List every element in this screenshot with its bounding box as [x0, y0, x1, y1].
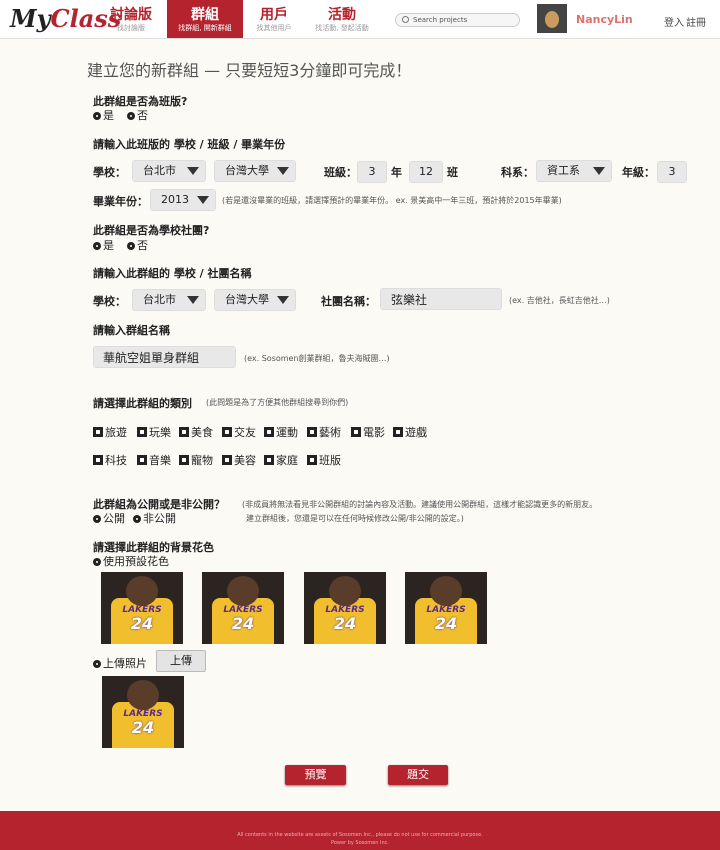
- upload-photo-radio[interactable]: 上傳照片: [93, 655, 147, 671]
- nav-users[interactable]: 用戶 找其他用戶: [246, 0, 302, 38]
- footer-copyright: All contents in the website are assets o…: [237, 832, 483, 838]
- grad-year-note: (若是還沒畢業的班級，請選擇預計的畢業年份。 ex. 景美高中一年三班，預計將於…: [222, 196, 562, 205]
- club-yes-radio[interactable]: 是: [93, 237, 114, 253]
- visibility-note-2: 建立群組後，您還是可以在任何時候修改公開/非公開的設定。): [246, 514, 464, 523]
- visibility-note-1: (非成員將無法看見非公開群組的討論內容及活動。建議使用公開群組，這樣才能認識更多…: [242, 500, 598, 509]
- dept-label: 科系：: [501, 166, 534, 179]
- category-tech-checkbox[interactable]: 科技: [93, 452, 127, 468]
- club-question-label: 此群組是否為學校社團?: [93, 224, 210, 237]
- background-option-4[interactable]: LAKERS 24: [405, 572, 487, 644]
- category-class-checkbox[interactable]: 班版: [307, 452, 341, 468]
- class-no-radio[interactable]: 否: [127, 107, 148, 123]
- category-fun-checkbox[interactable]: 玩樂: [137, 424, 171, 440]
- default-background-radio[interactable]: 使用預設花色: [93, 553, 169, 569]
- category-label: 請選擇此群組的類別: [93, 397, 192, 410]
- group-name-input[interactable]: 華航空姐單身群組: [93, 346, 236, 368]
- uploaded-photo-preview: LAKERS 24: [102, 676, 184, 748]
- group-name-note: (ex. Sosomen創業群組，魯夫海賊團…): [244, 354, 390, 363]
- year-input[interactable]: 3: [357, 161, 387, 183]
- club-name-label: 社團名稱：: [321, 295, 376, 308]
- upload-button[interactable]: 上傳: [156, 650, 206, 672]
- background-option-1[interactable]: LAKERS 24: [101, 572, 183, 644]
- category-beauty-checkbox[interactable]: 美容: [222, 452, 256, 468]
- chevron-down-icon: [277, 296, 289, 304]
- chevron-down-icon: [197, 196, 209, 204]
- category-movie-checkbox[interactable]: 電影: [351, 424, 385, 440]
- chevron-down-icon: [277, 167, 289, 175]
- top-nav: MyClass 討論版 找討論版 群組 找群組, 開新群組 用戶 找其他用戶 活動 找活…: [0, 0, 720, 39]
- public-radio[interactable]: 公開: [93, 510, 125, 526]
- category-food-checkbox[interactable]: 美食: [179, 424, 213, 440]
- category-pets-checkbox[interactable]: 寵物: [179, 452, 213, 468]
- background-option-2[interactable]: LAKERS 24: [202, 572, 284, 644]
- search-input[interactable]: Search projects: [395, 13, 520, 27]
- category-note: (此問題是為了方便其他群組搜尋到你們): [206, 398, 349, 407]
- class-info-label: 請輸入此班版的 學校 / 班級 / 畢業年份: [93, 138, 286, 151]
- preview-button[interactable]: 預覽: [285, 765, 346, 785]
- page-title: 建立您的新群組 — 只要短短3分鐘即可完成！: [87, 61, 412, 80]
- nav-events[interactable]: 活動 找活動, 發起活動: [306, 0, 378, 38]
- category-art-checkbox[interactable]: 藝術: [307, 424, 341, 440]
- grad-year-select[interactable]: 2013: [150, 189, 216, 211]
- grad-year-label: 畢業年份：: [93, 195, 148, 208]
- submit-button[interactable]: 題交: [388, 765, 448, 785]
- category-games-checkbox[interactable]: 遊戲: [393, 424, 427, 440]
- class-number-input[interactable]: 12: [409, 161, 443, 183]
- club-school-label: 學校：: [93, 295, 126, 308]
- category-travel-checkbox[interactable]: 旅遊: [93, 424, 127, 440]
- footer-powered-by: Power by Sosomen Inc.: [330, 840, 389, 846]
- category-sports-checkbox[interactable]: 運動: [264, 424, 298, 440]
- club-city-select[interactable]: 台北市: [132, 289, 206, 311]
- category-friends-checkbox[interactable]: 交友: [222, 424, 256, 440]
- category-family-checkbox[interactable]: 家庭: [264, 452, 298, 468]
- club-no-radio[interactable]: 否: [127, 237, 148, 253]
- nav-groups[interactable]: 群組 找群組, 開新群組: [167, 0, 243, 38]
- username-link[interactable]: NancyLin: [576, 13, 633, 26]
- city-select[interactable]: 台北市: [132, 160, 206, 182]
- grade-label: 年級：: [622, 166, 655, 179]
- avatar[interactable]: [537, 4, 567, 33]
- dept-select[interactable]: 資工系: [536, 160, 612, 182]
- register-link[interactable]: 註冊: [686, 14, 706, 29]
- year-unit: 年: [391, 166, 402, 179]
- club-school-select[interactable]: 台灣大學: [214, 289, 296, 311]
- chevron-down-icon: [187, 167, 199, 175]
- nav-discussion[interactable]: 討論版 找討論版: [98, 0, 164, 38]
- search-icon: [402, 16, 409, 23]
- school-label: 學校：: [93, 166, 126, 179]
- category-music-checkbox[interactable]: 音樂: [137, 452, 171, 468]
- private-radio[interactable]: 非公開: [133, 510, 176, 526]
- background-option-3[interactable]: LAKERS 24: [304, 572, 386, 644]
- class-yes-radio[interactable]: 是: [93, 107, 114, 123]
- chevron-down-icon: [187, 296, 199, 304]
- chevron-down-icon: [593, 167, 605, 175]
- class-unit: 班: [447, 166, 458, 179]
- club-name-note: (ex. 吉他社，長虹吉他社…): [509, 296, 610, 305]
- group-name-label: 請輸入群組名稱: [93, 324, 170, 337]
- grade-input[interactable]: 3: [657, 161, 687, 183]
- school-select[interactable]: 台灣大學: [214, 160, 296, 182]
- club-info-label: 請輸入此群組的 學校 / 社團名稱: [93, 267, 252, 280]
- club-name-input[interactable]: 弦樂社: [380, 288, 502, 310]
- class-label: 班級：: [324, 166, 357, 179]
- footer: All contents in the website are assets o…: [0, 811, 720, 850]
- login-link[interactable]: 登入: [664, 14, 684, 29]
